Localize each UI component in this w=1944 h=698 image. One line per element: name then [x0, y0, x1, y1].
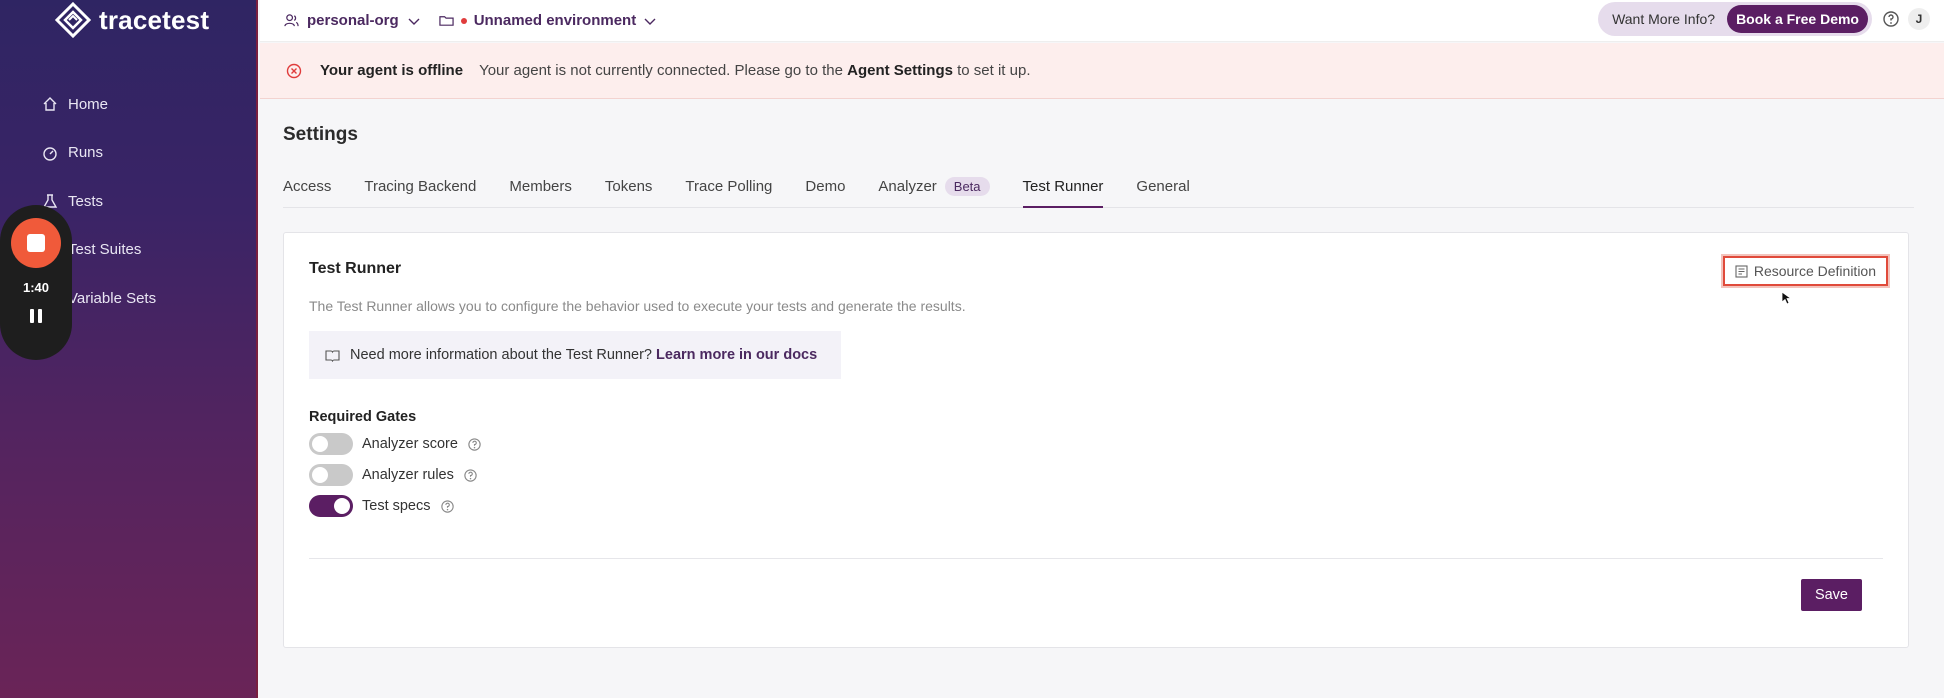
agent-offline-banner: Your agent is offline Your agent is not … [260, 43, 1944, 99]
sidebar-item-runs[interactable]: Runs [42, 129, 156, 178]
info-text: Need more information about the Test Run… [350, 347, 818, 363]
close-circle-icon [286, 63, 302, 78]
gate-test-specs: Test specs [309, 495, 455, 517]
save-button[interactable]: Save [1800, 579, 1862, 611]
analyzer-rules-toggle[interactable] [309, 464, 353, 486]
mouse-cursor-icon [1781, 291, 1793, 305]
test-runner-card: Test Runner Resource Definition The Test… [283, 232, 1909, 648]
brand-name: tracetest [99, 4, 210, 35]
recording-timer: 1:40 [22, 280, 50, 295]
tab-members[interactable]: Members [509, 178, 572, 208]
card-description: The Test Runner allows you to configure … [309, 298, 966, 314]
main-content: Settings Access Tracing Backend Members … [260, 100, 1944, 698]
gauge-icon [43, 147, 57, 161]
card-divider [309, 558, 1883, 559]
tab-tracing-backend[interactable]: Tracing Backend [364, 178, 476, 208]
stop-recording-button[interactable] [11, 218, 61, 268]
tab-label: Analyzer [878, 178, 937, 195]
gate-label: Test specs [362, 498, 431, 514]
book-icon [325, 349, 340, 362]
help-icon[interactable] [463, 468, 478, 483]
org-name: personal-org [307, 12, 399, 29]
resource-definition-button[interactable]: Resource Definition [1722, 256, 1888, 286]
chevron-down-icon [408, 18, 420, 25]
stop-icon [27, 234, 45, 252]
gate-label: Analyzer score [362, 436, 458, 452]
tab-test-runner[interactable]: Test Runner [1022, 178, 1104, 208]
folder-icon [439, 16, 454, 26]
users-icon [284, 14, 299, 27]
tab-demo[interactable]: Demo [805, 178, 845, 208]
book-demo-button[interactable]: Book a Free Demo [1727, 5, 1868, 33]
tab-analyzer[interactable]: Analyzer Beta [878, 177, 990, 208]
gate-analyzer-rules: Analyzer rules [309, 464, 478, 486]
settings-tabs: Access Tracing Backend Members Tokens Tr… [283, 177, 1914, 208]
gate-analyzer-score: Analyzer score [309, 433, 482, 455]
tab-tokens[interactable]: Tokens [605, 178, 653, 208]
required-gates-title: Required Gates [309, 409, 417, 425]
org-selector[interactable]: personal-org [284, 12, 421, 29]
help-icon[interactable] [1882, 10, 1900, 28]
pause-icon[interactable] [30, 309, 42, 323]
tab-trace-polling[interactable]: Trace Polling [685, 178, 772, 208]
docs-info-box: Need more information about the Test Run… [309, 331, 841, 379]
card-title: Test Runner [309, 260, 402, 277]
user-avatar[interactable]: J [1908, 8, 1930, 30]
brand-logo[interactable]: tracetest [55, 2, 209, 38]
test-specs-toggle[interactable] [309, 495, 353, 517]
sidebar-item-label: Test Suites [68, 241, 142, 259]
demo-promo: Want More Info? Book a Free Demo [1598, 2, 1872, 36]
home-icon [43, 97, 57, 111]
promo-question: Want More Info? [1612, 11, 1716, 27]
resource-definition-label: Resource Definition [1753, 263, 1876, 279]
sidebar-item-label: Runs [68, 144, 104, 162]
document-icon [1735, 264, 1748, 278]
agent-settings-link[interactable]: Agent Settings [847, 62, 953, 79]
page-title: Settings [283, 124, 358, 145]
sidebar-item-label: Variable Sets [68, 289, 157, 307]
analyzer-score-toggle[interactable] [309, 433, 353, 455]
environment-name: Unnamed environment [473, 12, 637, 29]
top-bar: personal-org Unnamed environment Want Mo… [260, 0, 1944, 42]
sidebar-item-home[interactable]: Home [42, 80, 156, 129]
banner-title: Your agent is offline [320, 62, 464, 79]
environment-status-dot [460, 17, 467, 24]
gate-label: Analyzer rules [362, 467, 454, 483]
beta-badge: Beta [944, 177, 990, 196]
help-icon[interactable] [440, 499, 455, 514]
sidebar-item-label: Tests [68, 192, 104, 210]
screen-recorder-widget: 1:40 [0, 205, 72, 360]
chevron-down-icon [644, 18, 656, 25]
tracetest-logo-icon [55, 2, 91, 38]
tab-access[interactable]: Access [283, 178, 331, 208]
sidebar-item-label: Home [68, 95, 109, 113]
learn-more-link[interactable]: Learn more in our docs [656, 347, 817, 363]
tab-general[interactable]: General [1136, 178, 1189, 208]
help-icon[interactable] [467, 437, 482, 452]
banner-message: Your agent is not currently connected. P… [479, 62, 1031, 79]
environment-selector[interactable]: Unnamed environment [439, 12, 658, 29]
